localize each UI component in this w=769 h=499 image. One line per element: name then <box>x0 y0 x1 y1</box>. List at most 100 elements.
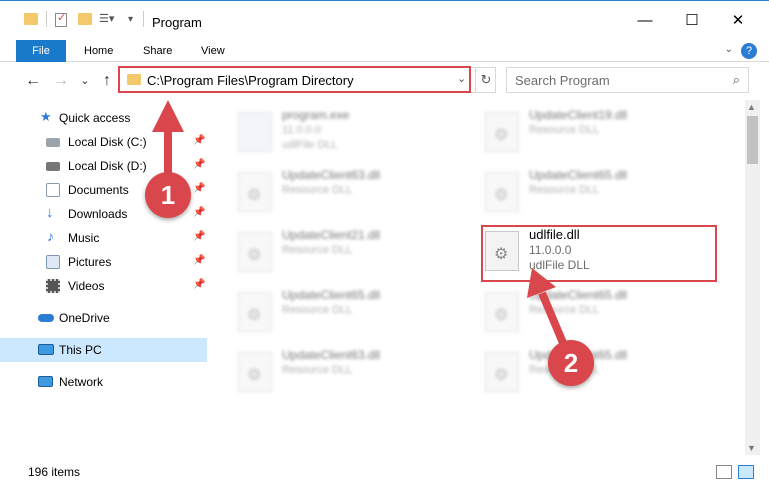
new-folder-icon[interactable] <box>78 13 92 25</box>
sidebar-item-label: Downloads <box>68 207 128 221</box>
properties-icon[interactable]: ✓ <box>55 12 67 27</box>
sidebar-item-music[interactable]: ♪ Music 📌 <box>0 226 207 250</box>
up-button[interactable]: ↑ <box>96 70 118 92</box>
item-count: 196 items <box>28 465 81 479</box>
file-description: Resource DLL <box>282 304 353 316</box>
file-description: Resource DLL <box>282 244 353 256</box>
pin-icon[interactable]: 📌 <box>193 207 205 218</box>
pin-icon[interactable]: 📌 <box>193 159 205 170</box>
address-highlight-box <box>118 66 471 93</box>
file-tile[interactable]: ⚙ UpdateClient65.dll Resource DLL <box>481 168 716 218</box>
file-name: UpdateClient65.dll <box>282 288 381 302</box>
search-icon[interactable]: ⌕ <box>733 72 740 88</box>
scrollbar-thumb[interactable] <box>747 116 758 164</box>
tab-home[interactable]: Home <box>84 40 113 62</box>
pictures-icon <box>46 255 60 269</box>
sidebar-item-pictures[interactable]: Pictures 📌 <box>0 250 207 274</box>
tab-share[interactable]: Share <box>143 40 172 62</box>
sidebar-item-label: Quick access <box>59 111 131 125</box>
help-icon[interactable]: ? <box>741 43 757 59</box>
details-view-icon[interactable] <box>716 465 732 479</box>
sidebar-item-this-pc[interactable]: This PC <box>0 338 207 362</box>
dll-file-icon: ⚙ <box>485 352 519 392</box>
file-description: Resource DLL <box>282 364 353 376</box>
dll-file-icon: ⚙ <box>485 292 519 332</box>
maximize-button[interactable]: ☐ <box>677 9 707 33</box>
file-description: udlFile DLL <box>282 139 338 151</box>
recent-locations-button[interactable]: ⌄ <box>74 70 96 92</box>
file-name: UpdateClient63.dll <box>282 168 381 182</box>
sidebar-item-label: Documents <box>68 183 129 197</box>
file-tile[interactable]: ⚙ UpdateClient65.dll Resource DLL <box>234 288 469 338</box>
computer-icon <box>38 344 54 355</box>
back-button[interactable]: ← <box>22 70 44 92</box>
pin-icon[interactable]: 📌 <box>193 255 205 266</box>
scroll-up-icon[interactable]: ▲ <box>747 102 756 112</box>
pin-icon[interactable]: 📌 <box>193 231 205 242</box>
sidebar-item-onedrive[interactable]: OneDrive <box>0 306 207 330</box>
step-2-badge: 2 <box>548 340 594 386</box>
dll-file-icon: ⚙ <box>485 172 519 212</box>
documents-icon <box>46 183 60 197</box>
file-highlight-box <box>481 225 717 282</box>
pin-icon[interactable]: 📌 <box>193 135 205 146</box>
file-description: Resource DLL <box>282 184 353 196</box>
folder-icon <box>24 13 38 25</box>
file-version: 11.0.0.0 <box>282 124 321 136</box>
file-tab[interactable]: File <box>16 40 66 62</box>
search-input[interactable]: Search Program <box>515 73 610 88</box>
file-tile[interactable]: ⚙ UpdateClient19.dll Resource DLL <box>481 108 716 158</box>
customize-toolbar-icon[interactable]: ☰▾ <box>99 12 114 25</box>
downloads-icon: ↓ <box>46 204 54 221</box>
large-icons-view-icon[interactable] <box>738 465 754 479</box>
refresh-button[interactable]: ↻ <box>475 68 496 92</box>
ribbon-tabs: File Home Share View ⌄ ? <box>0 40 769 62</box>
vertical-scrollbar[interactable]: ▲ ▼ <box>745 100 760 455</box>
close-button[interactable]: ✕ <box>723 9 753 33</box>
sidebar-item-videos[interactable]: Videos 📌 <box>0 274 207 298</box>
file-tile[interactable]: ⚙ UpdateClient21.dll Resource DLL <box>234 228 469 278</box>
sidebar-item-label: Music <box>68 231 100 245</box>
title-bar: ✓ ☰▾ ▾ Program — ☐ ✕ <box>0 0 769 40</box>
minimize-button[interactable]: — <box>630 9 660 33</box>
file-tile[interactable]: ⚙ UpdateClient65.dll Resource DLL <box>481 348 716 398</box>
sidebar-item-label: Local Disk (C:) <box>68 135 147 149</box>
forward-button[interactable]: → <box>50 70 72 92</box>
sidebar-item-local-disk-c[interactable]: Local Disk (C:) 📌 <box>0 130 207 154</box>
tab-view[interactable]: View <box>201 40 225 62</box>
sidebar-item-label: Videos <box>68 279 105 293</box>
dll-file-icon: ⚙ <box>485 112 519 152</box>
file-name: UpdateClient19.dll <box>529 108 628 122</box>
dll-file-icon: ⚙ <box>238 292 272 332</box>
navigation-pane: ★ Quick access Local Disk (C:) 📌 Local D… <box>0 100 210 455</box>
expand-ribbon-icon[interactable]: ⌄ <box>725 44 733 55</box>
file-tile[interactable]: ⚙ UpdateClient65.dll Resource DLL <box>481 288 716 338</box>
sidebar-item-network[interactable]: Network <box>0 370 207 394</box>
drive-icon <box>46 162 60 171</box>
dll-file-icon: ⚙ <box>238 232 272 272</box>
star-icon: ★ <box>40 109 52 124</box>
dll-file-icon: ⚙ <box>238 172 272 212</box>
toolbar-dropdown-icon[interactable]: ▾ <box>128 14 133 25</box>
pin-icon[interactable]: 📌 <box>193 279 205 290</box>
file-name: UpdateClient21.dll <box>282 228 381 242</box>
file-description: Resource DLL <box>529 124 600 136</box>
file-tile[interactable]: ⚙ UpdateClient63.dll Resource DLL <box>234 168 469 218</box>
window-title: Program <box>152 15 202 30</box>
status-bar: 196 items <box>0 455 769 499</box>
sidebar-item-label: This PC <box>59 343 102 357</box>
scroll-down-icon[interactable]: ▼ <box>747 443 756 453</box>
file-name: UpdateClient65.dll <box>529 288 628 302</box>
separator <box>143 11 144 27</box>
cloud-icon <box>38 314 54 322</box>
dll-file-icon: ⚙ <box>238 352 272 392</box>
search-box[interactable]: Search Program ⌕ <box>506 67 749 93</box>
sidebar-item-quick-access[interactable]: ★ Quick access <box>0 106 207 130</box>
videos-icon <box>46 279 60 293</box>
sidebar-item-label: OneDrive <box>59 311 110 325</box>
step-1-badge: 1 <box>145 172 191 218</box>
pin-icon[interactable]: 📌 <box>193 183 205 194</box>
file-tile[interactable]: ⚙ UpdateClient63.dll Resource DLL <box>234 348 469 398</box>
drive-icon <box>46 138 60 147</box>
file-tile[interactable]: program.exe 11.0.0.0 udlFile DLL <box>234 108 469 158</box>
